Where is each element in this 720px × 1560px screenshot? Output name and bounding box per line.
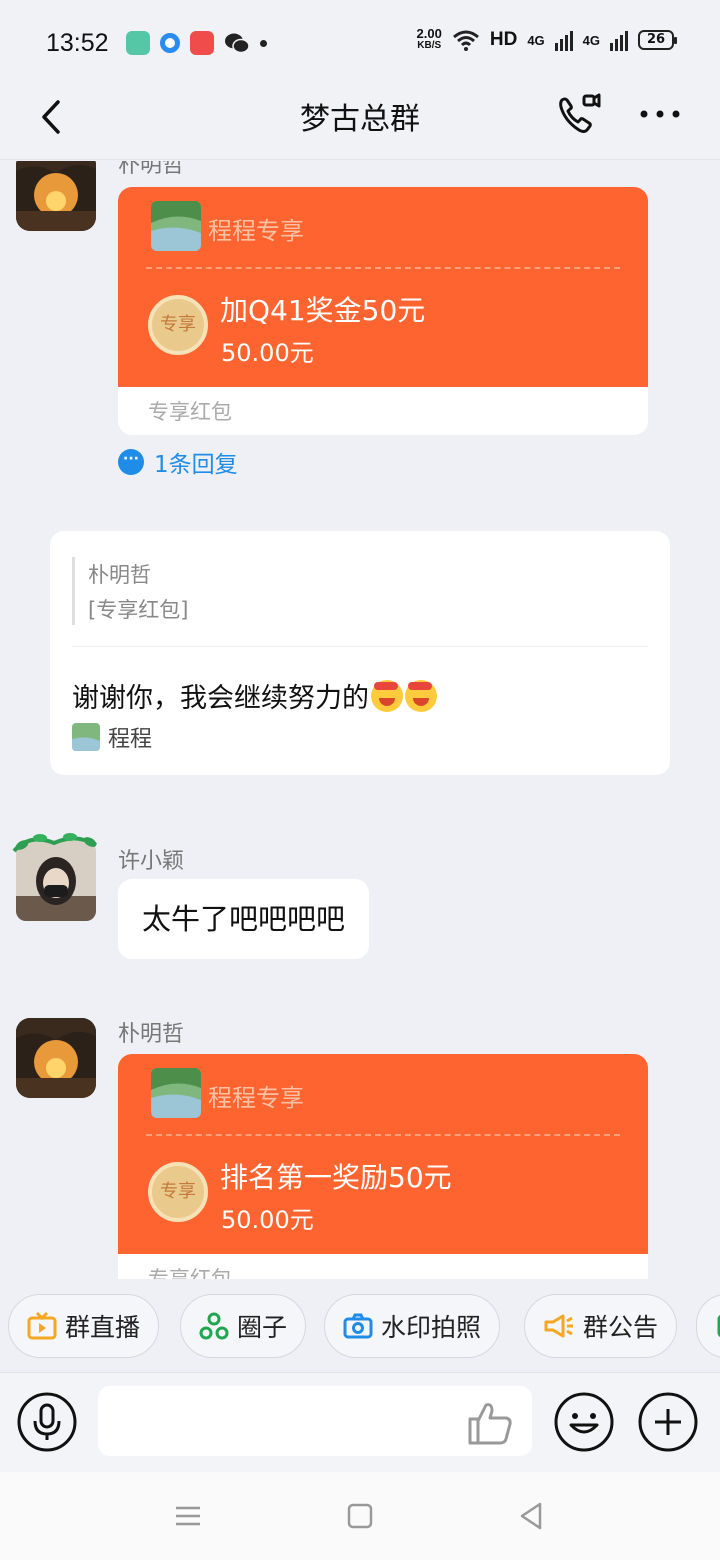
circle-group-icon [199, 1312, 229, 1340]
exclusive-recipient: 程程专享 [208, 1084, 304, 1112]
sender-name: 朴明哲 [118, 161, 185, 178]
avatar[interactable] [16, 1018, 96, 1098]
live-tv-icon [27, 1312, 57, 1340]
hd-indicator: HD [489, 29, 518, 50]
back-arrow-icon[interactable] [28, 92, 78, 142]
red-packet-title: 排名第一奖励50元 [220, 1161, 452, 1194]
status-bar: 13:52 2.00 KB/S HD 4G 4G 26 [0, 0, 720, 80]
divider [72, 646, 648, 647]
quote-sender: 朴明哲 [88, 563, 151, 587]
reply-count-link[interactable]: ··· 1条回复 [118, 445, 238, 479]
message-list[interactable]: 朴明哲 程程专享 专享 加Q41奖金50元 50.00元 专享红包 ··· 1条… [0, 161, 720, 1279]
sunset-avatar-image [16, 161, 96, 231]
more-dots-icon[interactable] [632, 94, 688, 134]
wechat-icon [225, 33, 250, 54]
quick-action-live[interactable]: 群直播 [8, 1294, 160, 1358]
sunset-avatar-image [16, 1018, 96, 1098]
home-square-icon[interactable] [340, 1496, 380, 1536]
sender-name: 朴明哲 [118, 1022, 185, 1047]
camera-icon [343, 1313, 373, 1339]
more-notifications-dot [260, 39, 267, 47]
status-time: 13:52 [46, 29, 109, 57]
leaf-crown-icon [12, 833, 98, 853]
emoji-face-icon[interactable] [553, 1391, 615, 1453]
app-notification-icon [190, 31, 214, 55]
red-packet-card[interactable]: 程程专享 专享 加Q41奖金50元 50.00元 专享红包 [118, 187, 648, 435]
reply-count: 1条回复 [154, 452, 238, 478]
megaphone-icon [544, 1314, 573, 1338]
recipient-thumbnail [151, 1068, 201, 1118]
signal-icon [554, 31, 573, 51]
network-speed: 2.00 KB/S [416, 26, 442, 51]
signal-label: 4G [527, 32, 545, 48]
app-notification-icon [160, 33, 180, 53]
reply-bubble-icon: ··· [118, 449, 144, 475]
party-emoji-icon [371, 679, 403, 712]
divider [146, 267, 620, 269]
red-packet-footer: 专享红包 [148, 1267, 232, 1279]
message-bubble[interactable]: 太牛了吧吧吧吧 [118, 879, 370, 959]
signal-label: 4G [582, 32, 600, 48]
message-input-bar [0, 1372, 720, 1472]
recipient-thumbnail [151, 201, 201, 251]
battery-icon: 26 [638, 30, 677, 50]
quick-action-more[interactable] [696, 1294, 720, 1358]
wifi-icon [452, 30, 479, 51]
red-packet-amount: 50.00元 [221, 1206, 314, 1234]
red-packet-card[interactable]: 程程专享 专享 排名第一奖励50元 50.00元 专享红包 [118, 1054, 648, 1279]
exclusive-coin-icon: 专享 [148, 1162, 208, 1222]
app-notification-icon [126, 31, 150, 55]
back-triangle-icon[interactable] [512, 1496, 552, 1536]
voice-mic-icon[interactable] [16, 1391, 78, 1453]
red-packet-footer: 专享红包 [148, 400, 232, 424]
signal-icon [610, 31, 628, 51]
red-packet-body: 程程专享 专享 加Q41奖金50元 50.00元 [118, 187, 648, 387]
status-right: 2.00 KB/S HD 4G 4G 26 [416, 26, 677, 52]
quick-actions-bar[interactable]: 群直播 圈子 水印拍照 群公告 [0, 1280, 720, 1372]
avatar[interactable] [16, 161, 96, 231]
quote-text: [专享红包] [88, 598, 189, 622]
menu-lines-icon[interactable] [168, 1496, 208, 1536]
red-packet-amount: 50.00元 [221, 339, 314, 367]
author-thumbnail [72, 723, 100, 751]
sender-name: 许小颖 [118, 849, 185, 874]
chat-title: 梦古总群 [300, 102, 420, 137]
exclusive-coin-icon: 专享 [148, 295, 208, 355]
exclusive-recipient: 程程专享 [208, 217, 304, 245]
plus-circle-icon[interactable] [637, 1391, 699, 1453]
reply-text: 谢谢你，我会继续努力的 [72, 676, 437, 715]
thumbs-up-icon[interactable] [464, 1397, 516, 1449]
divider [146, 1134, 620, 1136]
quick-action-watermark-camera[interactable]: 水印拍照 [324, 1294, 501, 1358]
party-emoji-icon [405, 679, 437, 712]
system-navigation-bar [0, 1472, 720, 1560]
partial-action-icon [717, 1314, 720, 1338]
author-name: 程程 [108, 727, 153, 752]
chat-header: 梦古总群 [0, 80, 720, 160]
quote-bar [72, 557, 75, 625]
quick-action-announcement[interactable]: 群公告 [524, 1294, 678, 1358]
quick-action-circle[interactable]: 圈子 [180, 1294, 307, 1358]
notification-icons [126, 31, 267, 55]
red-packet-title: 加Q41奖金50元 [220, 294, 426, 327]
red-packet-body: 程程专享 专享 排名第一奖励50元 50.00元 [118, 1054, 648, 1254]
phone-video-icon[interactable] [552, 88, 606, 142]
quoted-reply-card[interactable]: 朴明哲 [专享红包] 谢谢你，我会继续努力的 程程 [50, 531, 670, 775]
reply-author[interactable]: 程程 [72, 721, 152, 753]
